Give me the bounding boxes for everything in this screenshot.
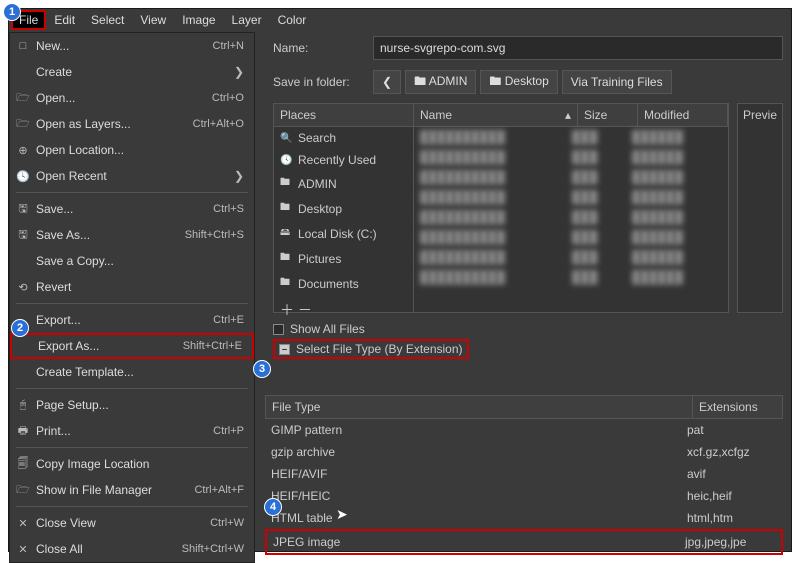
folder-icon: 🖿 [280,250,292,267]
files-panel: Name▴ Size Modified ████████████████████… [414,104,728,312]
menu-item-icon: 🖶 [16,422,30,441]
menu-item-open-recent[interactable]: 🕓Open Recent❯ [10,163,254,189]
menu-select[interactable]: Select [83,10,132,30]
places-panel: Places 🔍Search🕓Recently Used🖿ADMIN🖿Deskt… [274,104,414,312]
places-add-remove[interactable]: ＋ － [274,296,413,324]
menu-item-page-setup[interactable]: 🖰Page Setup... [10,392,254,418]
places-item-pictures[interactable]: 🖿Pictures [274,246,413,271]
col-extensions[interactable]: Extensions [692,396,782,418]
breadcrumb-current[interactable]: Via Training Files [562,70,672,94]
folder-icon: 🕓 [280,155,292,166]
submenu-arrow-icon: ❯ [234,169,244,183]
menu-item-open-as-layers[interactable]: 🗁Open as Layers...Ctrl+Alt+O [10,111,254,137]
breadcrumb-desktop[interactable]: 🖿 Desktop [480,70,557,94]
menu-item-icon: ✕ [16,517,30,530]
places-item-local-disk-c[interactable]: 🖴Local Disk (C:) [274,221,413,246]
menu-item-create[interactable]: Create❯ [10,59,254,85]
menu-image[interactable]: Image [174,10,223,30]
folder-icon: 🖴 [280,225,292,242]
menu-item-open[interactable]: 🗁Open...Ctrl+O [10,85,254,111]
menu-item-icon: ⟲ [16,281,30,294]
file-row[interactable]: ███████████████████ [414,187,728,207]
file-type-row-jpeg-image[interactable]: JPEG imagejpg,jpeg,jpe [265,529,783,555]
menu-item-icon: 🕓 [16,170,30,183]
file-browser: Places 🔍Search🕓Recently Used🖿ADMIN🖿Deskt… [273,103,729,313]
menu-item-open-location[interactable]: ⊕Open Location... [10,137,254,163]
folder-icon: 🖿 [280,175,292,192]
menu-item-close-all[interactable]: ✕Close AllShift+Ctrl+W [10,536,254,562]
menu-item-icon: 🗁 [16,89,30,108]
breadcrumb-back[interactable]: ❮ [373,70,401,94]
name-label: Name: [273,41,363,55]
file-type-row-heif-heic[interactable]: HEIF/HEICheic,heif [265,485,783,507]
annotation-badge-2: 2 [11,319,29,337]
menu-item-show-in-file-manager[interactable]: 🗁Show in File ManagerCtrl+Alt+F [10,477,254,503]
submenu-arrow-icon: ❯ [234,65,244,79]
menu-item-print[interactable]: 🖶Print...Ctrl+P [10,418,254,444]
file-type-row-heif-avif[interactable]: HEIF/AVIFavif [265,463,783,485]
menu-edit[interactable]: Edit [46,10,83,30]
menu-color[interactable]: Color [270,10,315,30]
menu-item-save[interactable]: 🖫Save...Ctrl+S [10,196,254,222]
menu-item-new[interactable]: □New...Ctrl+N [10,33,254,59]
menu-item-icon: □ [16,40,30,52]
file-type-row-gimp-pattern[interactable]: GIMP patternpat [265,419,783,441]
breadcrumb: ❮ 🖿 ADMIN 🖿 Desktop Via Training Files [373,70,672,94]
menu-item-icon: 🗁 [16,481,30,500]
col-file-type[interactable]: File Type [266,396,692,418]
col-name[interactable]: Name▴ [414,104,578,126]
annotation-badge-4: 4 [264,498,282,516]
places-item-search[interactable]: 🔍Search [274,127,413,149]
file-menu-dropdown: □New...Ctrl+NCreate❯🗁Open...Ctrl+O🗁Open … [9,32,255,563]
places-item-admin[interactable]: 🖿ADMIN [274,171,413,196]
file-row[interactable]: ███████████████████ [414,227,728,247]
menu-item-save-as[interactable]: 🖫Save As...Shift+Ctrl+S [10,222,254,248]
menu-item-icon: 🗐 [16,455,30,474]
menu-item-close-view[interactable]: ✕Close ViewCtrl+W [10,510,254,536]
menu-item-icon: ⊕ [16,144,30,157]
menu-item-export[interactable]: Export...Ctrl+E [10,307,254,333]
menu-view[interactable]: View [132,10,174,30]
cursor-icon: ➤ [336,506,348,523]
col-modified[interactable]: Modified [638,104,728,126]
folder-icon: 🖿 [280,275,292,292]
file-type-row-gzip-archive[interactable]: gzip archivexcf.gz,xcfgz [265,441,783,463]
file-row[interactable]: ███████████████████ [414,147,728,167]
annotation-badge-1: 1 [3,3,21,21]
places-item-documents[interactable]: 🖿Documents [274,271,413,296]
sort-asc-icon: ▴ [565,108,571,122]
filename-input[interactable] [373,36,783,60]
menu-item-icon: 🖫 [16,226,30,245]
save-in-folder-label: Save in folder: [273,75,363,89]
file-row[interactable]: ███████████████████ [414,247,728,267]
menu-item-icon: 🗁 [16,115,30,134]
checkbox-icon [273,324,284,335]
file-row[interactable]: ███████████████████ [414,267,728,287]
menu-item-create-template[interactable]: Create Template... [10,359,254,385]
menu-item-save-a-copy[interactable]: Save a Copy... [10,248,254,274]
collapse-icon: – [279,344,290,355]
menu-layer[interactable]: Layer [224,10,270,30]
file-row[interactable]: ███████████████████ [414,167,728,187]
menu-item-revert[interactable]: ⟲Revert [10,274,254,300]
show-all-files-option[interactable]: Show All Files [273,319,783,339]
select-file-type-option[interactable]: – Select File Type (By Extension) [273,339,469,359]
places-header: Places [274,104,413,127]
annotation-badge-3: 3 [253,360,271,378]
file-row[interactable]: ███████████████████ [414,127,728,147]
preview-panel: Previe [737,103,783,313]
menu-item-icon: ✕ [16,543,30,556]
menu-item-export-as[interactable]: Export As...Shift+Ctrl+E [10,333,254,359]
places-item-desktop[interactable]: 🖿Desktop [274,196,413,221]
col-size[interactable]: Size [578,104,638,126]
menu-item-copy-image-location[interactable]: 🗐Copy Image Location [10,451,254,477]
places-item-recently-used[interactable]: 🕓Recently Used [274,149,413,171]
file-row[interactable]: ███████████████████ [414,207,728,227]
menu-item-icon: 🖰 [16,399,30,412]
menubar: File Edit Select View Image Layer Color [9,9,791,31]
menu-item-icon: 🖫 [16,200,30,219]
folder-icon: 🖿 [280,200,292,217]
folder-icon: 🔍 [280,133,292,144]
breadcrumb-admin[interactable]: 🖿 ADMIN [405,70,476,94]
